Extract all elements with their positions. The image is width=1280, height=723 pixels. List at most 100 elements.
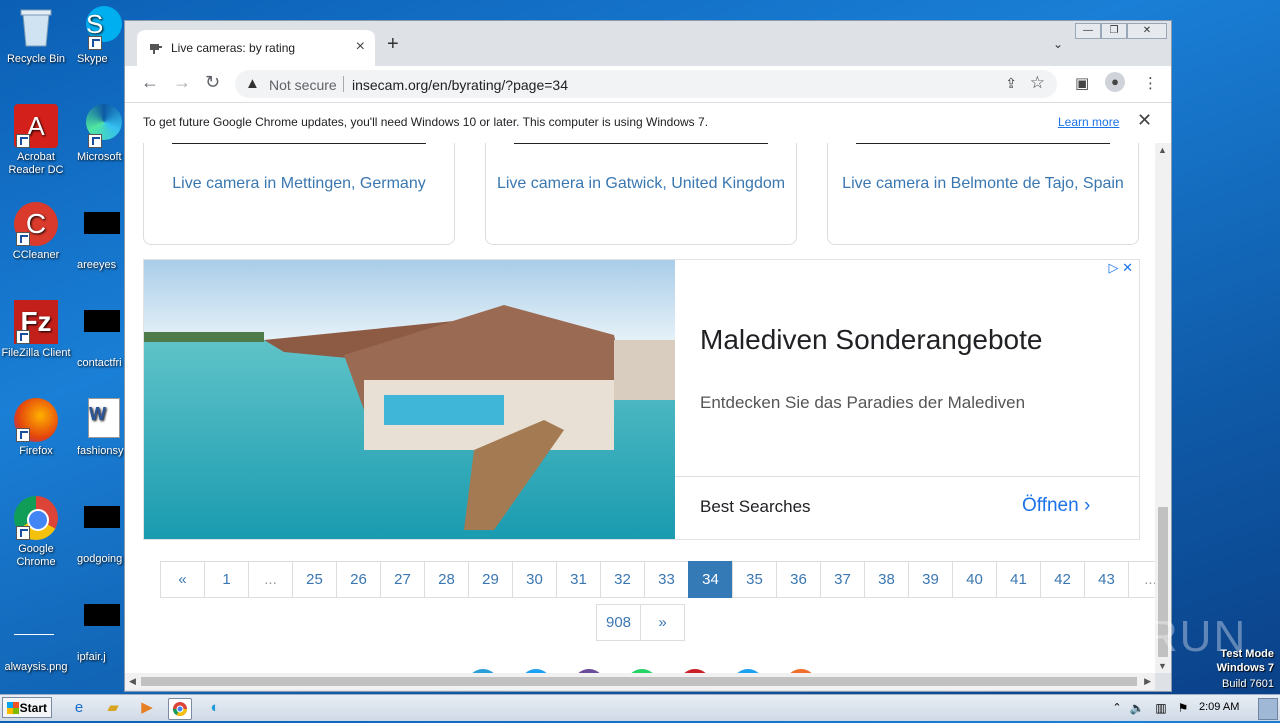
- explorer-icon[interactable]: ▰: [102, 698, 124, 718]
- update-infobar: To get future Google Chrome updates, you…: [125, 102, 1171, 144]
- back-icon[interactable]: ←: [141, 72, 159, 93]
- camera-thumbnail[interactable]: [514, 143, 768, 144]
- camera-card[interactable]: Live camera in Gatwick, United Kingdom: [485, 143, 797, 245]
- browser-window: — ❐ ✕ Live cameras: by rating × + ⌄ ← → …: [124, 20, 1172, 692]
- show-desktop-button[interactable]: [1258, 698, 1278, 720]
- pagination: «1... 25 26 27 28 29 30 31 32 33 34 35 36 37 38 39 40 41 4…: [160, 561, 1155, 598]
- desktop-icon-label: alwaysis.png: [4, 661, 68, 673]
- camera-caption[interactable]: Live camera in Belmonte de Tajo, Spain: [838, 172, 1128, 195]
- page-link-active[interactable]: 34: [688, 561, 733, 598]
- forward-icon[interactable]: →: [173, 72, 191, 93]
- advertisement[interactable]: ▷ ✕ Malediven Sonderangebote Entdecken S…: [143, 259, 1140, 540]
- close-tab-icon[interactable]: ×: [356, 38, 365, 56]
- scrollbar-thumb[interactable]: [141, 677, 1137, 686]
- desktop-icon[interactable]: Fz FileZilla Client: [0, 300, 74, 360]
- start-label: Start: [19, 701, 47, 715]
- page-link[interactable]: 41: [996, 561, 1041, 598]
- ad-title[interactable]: Malediven Sonderangebote: [700, 324, 1042, 356]
- network-icon[interactable]: ▥: [1150, 698, 1172, 718]
- page-link[interactable]: 43: [1084, 561, 1129, 598]
- maximize-button[interactable]: ❐: [1101, 23, 1127, 39]
- security-label[interactable]: Not secure: [269, 77, 337, 93]
- page-link[interactable]: 26: [336, 561, 381, 598]
- camera-card[interactable]: Live camera in Mettingen, Germany: [143, 143, 455, 245]
- page-link[interactable]: 39: [908, 561, 953, 598]
- profile-icon[interactable]: ●: [1105, 72, 1125, 92]
- page-link[interactable]: 30: [512, 561, 557, 598]
- vertical-scrollbar[interactable]: ▲ ▼: [1155, 143, 1171, 673]
- page-link[interactable]: »: [640, 604, 685, 641]
- scroll-up-icon[interactable]: ▲: [1158, 145, 1167, 155]
- scroll-right-icon[interactable]: ▶: [1144, 676, 1151, 687]
- action-center-flag-icon[interactable]: ⚑: [1172, 698, 1194, 718]
- ad-open-label[interactable]: Öffnen: [1022, 495, 1079, 516]
- desktop-icon[interactable]: A Acrobat Reader DC: [0, 104, 74, 177]
- page-link[interactable]: 42: [1040, 561, 1085, 598]
- shortcut-arrow-icon: [16, 330, 30, 344]
- page-link[interactable]: «: [160, 561, 205, 598]
- infobar-message: To get future Google Chrome updates, you…: [143, 115, 709, 129]
- ad-subtitle[interactable]: Entdecken Sie das Paradies der Malediven: [700, 393, 1025, 413]
- reload-icon[interactable]: ↻: [205, 72, 220, 93]
- camera-card[interactable]: Live camera in Belmonte de Tajo, Spain: [827, 143, 1139, 245]
- new-tab-button[interactable]: +: [387, 33, 399, 56]
- share-icon[interactable]: ⇪: [1005, 75, 1017, 92]
- ad-image[interactable]: [144, 260, 675, 539]
- desktop-icon[interactable]: alwaysis.png: [0, 594, 74, 674]
- skype-icon: S: [72, 6, 122, 50]
- camera-caption[interactable]: Live camera in Mettingen, Germany: [154, 172, 444, 195]
- media-player-icon[interactable]: ▶: [136, 698, 158, 718]
- page-link[interactable]: 1: [204, 561, 249, 598]
- page-link[interactable]: 27: [380, 561, 425, 598]
- tab-title: Live cameras: by rating: [171, 41, 296, 55]
- image-file-icon: [14, 614, 58, 658]
- menu-kebab-icon[interactable]: ⋮: [1143, 74, 1158, 92]
- page-link[interactable]: 31: [556, 561, 601, 598]
- desktop-icon[interactable]: C CCleaner: [0, 202, 74, 262]
- warning-icon[interactable]: ▲: [245, 75, 260, 92]
- scroll-left-icon[interactable]: ◀: [129, 676, 136, 687]
- page-link[interactable]: 908: [596, 604, 641, 641]
- recycle-bin-icon: [14, 6, 58, 50]
- scroll-down-icon[interactable]: ▼: [1158, 661, 1167, 671]
- page-link[interactable]: 35: [732, 561, 777, 598]
- camera-thumbnail[interactable]: [856, 143, 1110, 144]
- page-link[interactable]: 38: [864, 561, 909, 598]
- page-content: Live camera in Mettingen, Germany Live c…: [125, 143, 1155, 673]
- clock[interactable]: 2:09 AM: [1199, 701, 1239, 713]
- page-link[interactable]: 32: [600, 561, 645, 598]
- ie-icon[interactable]: e: [68, 698, 90, 718]
- page-link[interactable]: 37: [820, 561, 865, 598]
- desktop-icon[interactable]: Firefox: [0, 398, 74, 458]
- bookmark-star-icon[interactable]: ☆: [1030, 73, 1045, 93]
- volume-icon[interactable]: 🔈: [1126, 698, 1148, 718]
- close-infobar-icon[interactable]: ✕: [1137, 110, 1152, 131]
- page-link[interactable]: 28: [424, 561, 469, 598]
- start-button[interactable]: Start: [2, 697, 52, 718]
- close-window-button[interactable]: ✕: [1127, 23, 1167, 39]
- address-bar[interactable]: ▲ Not secure insecam.org/en/byrating/?pa…: [235, 70, 1057, 98]
- tray-expand-icon[interactable]: ⌃: [1106, 698, 1128, 718]
- ad-best-searches[interactable]: Best Searches: [700, 497, 811, 517]
- desktop-icon[interactable]: Recycle Bin: [0, 6, 74, 66]
- page-link[interactable]: 40: [952, 561, 997, 598]
- chrome-taskbar-icon[interactable]: [168, 698, 192, 720]
- url-text[interactable]: insecam.org/en/byrating/?page=34: [352, 77, 568, 93]
- minimize-button[interactable]: —: [1075, 23, 1101, 39]
- edge-icon[interactable]: ◐: [204, 698, 226, 718]
- desktop-icon[interactable]: Google Chrome: [0, 496, 74, 569]
- ad-choices-icon[interactable]: ▷ ✕: [1108, 260, 1133, 276]
- learn-more-link[interactable]: Learn more: [1058, 115, 1119, 129]
- camera-caption[interactable]: Live camera in Gatwick, United Kingdom: [496, 172, 786, 195]
- horizontal-scrollbar[interactable]: ◀ ▶: [125, 673, 1155, 690]
- page-link[interactable]: 33: [644, 561, 689, 598]
- tab-active[interactable]: Live cameras: by rating ×: [137, 30, 375, 66]
- tab-search-icon[interactable]: ⌄: [1053, 37, 1063, 51]
- side-panel-icon[interactable]: ▣: [1075, 74, 1089, 92]
- page-link[interactable]: 25: [292, 561, 337, 598]
- chevron-right-icon: ›: [1083, 495, 1091, 516]
- camera-thumbnail[interactable]: [172, 143, 426, 144]
- ad-open-button[interactable]: Öffnen ›: [1022, 495, 1090, 517]
- page-link[interactable]: 36: [776, 561, 821, 598]
- page-link[interactable]: 29: [468, 561, 513, 598]
